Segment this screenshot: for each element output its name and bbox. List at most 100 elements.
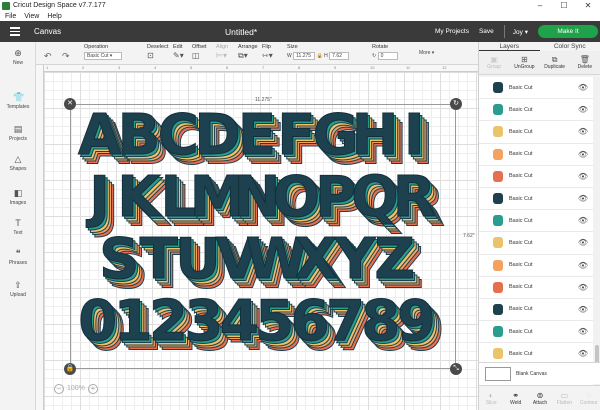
layer-name: Basic Cut: [509, 173, 533, 180]
sidebar-item-upload[interactable]: ⇪ Upload: [0, 280, 36, 298]
arrange-control[interactable]: Arrange ⧉▾: [238, 44, 258, 61]
undo-icon[interactable]: ↶: [44, 51, 52, 62]
tab-layers[interactable]: Layers: [479, 42, 540, 51]
ruler-tick: 8: [298, 65, 301, 70]
layer-row[interactable]: Basic Cut 👁: [479, 232, 593, 255]
text-icon: T: [15, 218, 21, 228]
eye-icon[interactable]: 👁: [578, 194, 588, 203]
operation-control: Operation Basic Cut ▾: [84, 44, 122, 60]
slice-button[interactable]: ◐ Slice: [479, 391, 503, 406]
delete-button[interactable]: 🗑 Delete: [570, 55, 600, 70]
menu-help[interactable]: Help: [47, 13, 61, 20]
rotate-input[interactable]: 0: [377, 52, 398, 60]
eye-icon[interactable]: 👁: [578, 238, 588, 247]
sidebar-item-label: Phrases: [8, 260, 28, 266]
zoom-in-button[interactable]: +: [87, 383, 98, 394]
operation-select[interactable]: Basic Cut ▾: [84, 52, 122, 60]
redo-icon[interactable]: ↷: [62, 51, 70, 62]
section-title: Canvas: [34, 27, 62, 36]
layer-thumbnail: [493, 281, 503, 293]
layer-row[interactable]: Basic Cut 👁: [479, 299, 593, 322]
height-input[interactable]: 7.62: [329, 52, 350, 60]
eye-icon[interactable]: 👁: [578, 261, 588, 270]
rotate-control: Rotate ↻ 0: [372, 44, 398, 60]
attach-button[interactable]: ⊚ Attach: [528, 391, 552, 406]
menu-view[interactable]: View: [24, 13, 39, 20]
layer-row[interactable]: Basic Cut 👁: [479, 255, 593, 277]
make-it-button[interactable]: Make It: [538, 25, 598, 38]
contour-button[interactable]: ◌ Contour: [577, 391, 600, 406]
rotate-handle-icon[interactable]: ↻: [450, 98, 462, 110]
my-projects-link[interactable]: My Projects: [435, 28, 469, 35]
hamburger-menu-icon[interactable]: [0, 21, 30, 42]
ruler-tick: 12: [442, 65, 447, 70]
offset-control[interactable]: Offset ◫: [192, 44, 207, 60]
window-title: Cricut Design Space v7.7.177: [13, 2, 106, 9]
phrases-icon: ❝: [15, 248, 21, 258]
sidebar-item-templates[interactable]: 👕 Templates: [0, 92, 36, 110]
layer-name: Basic Cut: [509, 262, 533, 269]
more-button[interactable]: More ▾: [419, 50, 434, 56]
minimize-icon[interactable]: –: [528, 0, 552, 11]
lock-icon[interactable]: 🔒: [317, 53, 323, 59]
layer-name: Basic Cut: [509, 151, 533, 158]
layer-row[interactable]: Basic Cut 👁: [479, 166, 593, 188]
menu-file[interactable]: File: [5, 13, 16, 20]
deselect-control[interactable]: Deselect ⊡: [147, 44, 168, 60]
eye-icon[interactable]: 👁: [578, 327, 588, 336]
eye-icon[interactable]: 👁: [578, 349, 588, 358]
layer-name: Basic Cut: [509, 284, 533, 291]
layer-row[interactable]: Basic Cut 👁: [479, 144, 593, 166]
cricut-logo-icon: [2, 1, 10, 10]
eye-icon[interactable]: 👁: [578, 150, 588, 159]
sidebar-item-projects[interactable]: ▤ Projects: [0, 124, 36, 142]
sidebar-item-text[interactable]: T Text: [0, 218, 36, 236]
eye-icon[interactable]: 👁: [578, 216, 588, 225]
save-button[interactable]: Save: [479, 28, 494, 35]
eye-icon[interactable]: 👁: [578, 172, 588, 181]
sidebar-item-label: Text: [13, 230, 23, 236]
sidebar-item-phrases[interactable]: ❝ Phrases: [0, 248, 36, 266]
flip-control[interactable]: Flip ⇿▾: [262, 44, 273, 60]
width-input[interactable]: 11.275: [293, 52, 316, 60]
eye-icon[interactable]: 👁: [578, 283, 588, 292]
layer-row[interactable]: Basic Cut 👁: [479, 210, 593, 233]
weld-button[interactable]: ⚭ Weld: [503, 391, 527, 406]
eye-icon[interactable]: 👁: [578, 127, 588, 136]
rotate-label: Rotate: [372, 44, 389, 50]
duplicate-button[interactable]: ⧉ Duplicate: [540, 55, 570, 70]
blank-canvas-row[interactable]: Blank Canvas: [479, 362, 600, 384]
maximize-icon[interactable]: ☐: [552, 0, 576, 11]
resize-handle-icon[interactable]: ⤡: [450, 363, 462, 375]
tab-color-sync[interactable]: Color Sync: [540, 42, 600, 51]
flatten-button[interactable]: ▭ Flatten: [552, 391, 576, 406]
ungroup-button[interactable]: ⊞ UnGroup: [509, 55, 539, 70]
selection-box[interactable]: [70, 104, 456, 369]
layer-row[interactable]: Basic Cut 👁: [479, 321, 593, 344]
eye-icon[interactable]: 👁: [578, 83, 588, 92]
operation-label: Operation: [84, 44, 109, 50]
sidebar-item-images[interactable]: ◧ Images: [0, 188, 36, 206]
deselect-icon: ⊡: [147, 51, 154, 60]
layer-row[interactable]: Basic Cut 👁: [479, 277, 593, 299]
group-button[interactable]: ▣ Group: [479, 55, 509, 70]
zoom-out-button[interactable]: –: [54, 383, 64, 394]
sidebar-item-shapes[interactable]: △ Shapes: [0, 154, 36, 172]
operation-value: Basic Cut: [87, 53, 109, 59]
ruler-tick: 1: [46, 65, 49, 70]
sidebar-item-new[interactable]: ⊕ New: [0, 48, 36, 66]
edit-control[interactable]: Edit ✎▾: [173, 44, 184, 60]
lock-handle-icon[interactable]: 🔒: [64, 363, 76, 375]
flatten-icon: ▭: [560, 390, 569, 400]
eye-icon[interactable]: 👁: [578, 105, 588, 114]
layer-row[interactable]: Basic Cut 👁: [479, 121, 593, 144]
layer-list-scrollbar[interactable]: [593, 77, 600, 397]
user-menu[interactable]: Joy ▾: [513, 28, 528, 36]
align-control[interactable]: Align ⊨▾: [216, 44, 228, 60]
close-icon[interactable]: ✕: [576, 0, 600, 11]
eye-icon[interactable]: 👁: [578, 305, 588, 314]
layer-row[interactable]: Basic Cut 👁: [479, 99, 593, 122]
delete-handle-icon[interactable]: ✕: [64, 98, 76, 110]
layer-row[interactable]: Basic Cut 👁: [479, 77, 593, 100]
layer-row[interactable]: Basic Cut 👁: [479, 188, 593, 211]
